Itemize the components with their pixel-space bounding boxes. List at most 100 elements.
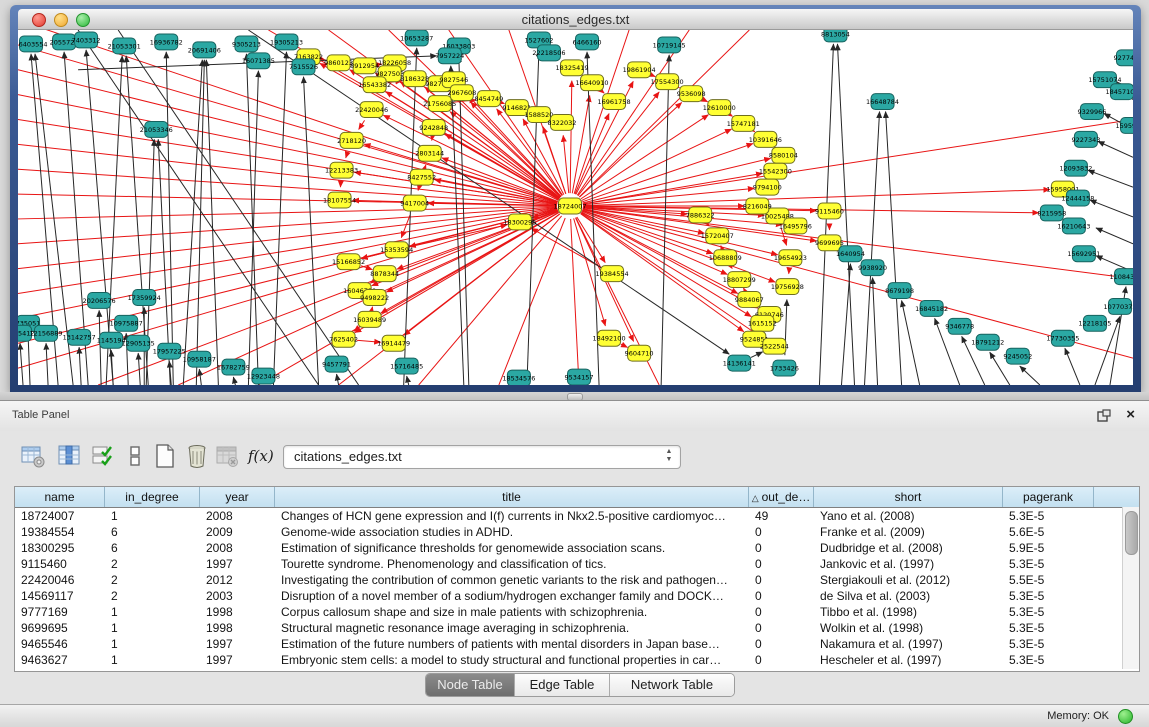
citation-edge-red[interactable] <box>582 129 732 200</box>
graph-node[interactable]: 15716485 <box>390 358 423 374</box>
graph-node[interactable]: 9498222 <box>360 290 389 306</box>
graph-node[interactable]: 8878344 <box>370 266 399 282</box>
graph-node[interactable]: 15166852 <box>332 254 365 270</box>
graph-node[interactable]: 9794100 <box>753 179 782 195</box>
graph-node[interactable]: 11084370 <box>1109 269 1133 285</box>
graph-node[interactable]: 9227343 <box>1071 131 1100 147</box>
column-header-short[interactable]: short <box>814 487 1003 507</box>
graph-node[interactable]: 9329966 <box>1077 104 1106 120</box>
graph-node[interactable]: 9245052 <box>1003 348 1032 364</box>
graph-node[interactable]: 12444158 <box>1061 190 1094 206</box>
tab-node-table[interactable]: Node Table <box>426 674 515 696</box>
graph-node[interactable]: 9860123 <box>324 55 353 71</box>
graph-node[interactable]: 2522544 <box>760 338 789 354</box>
table-row[interactable]: 969969511998Structural magnetic resonanc… <box>15 620 1139 636</box>
table-row[interactable]: 1830029562008Estimation of significance … <box>15 540 1139 556</box>
column-header-pagerank[interactable]: pagerank <box>1003 487 1094 507</box>
citation-edge-black[interactable] <box>865 112 880 385</box>
citation-edge-black[interactable] <box>183 60 202 385</box>
graph-node[interactable]: 12923448 <box>247 368 280 384</box>
citation-edge-red[interactable] <box>359 120 365 129</box>
graph-node[interactable]: 18107554 <box>323 192 356 208</box>
graph-node[interactable]: 15542300 <box>759 163 792 179</box>
graph-node[interactable]: 2967608 <box>447 85 476 101</box>
graph-node[interactable]: 7625402 <box>329 331 358 347</box>
graph-node[interactable]: 16914479 <box>377 335 410 351</box>
table-row[interactable]: 946362711997Embryonic stem cells: a mode… <box>15 652 1139 668</box>
graph-node[interactable]: 17554300 <box>651 74 684 90</box>
graph-node[interactable]: 8427552 <box>407 169 436 185</box>
graph-node[interactable]: 10975887 <box>110 315 143 331</box>
graph-node[interactable]: 14136141 <box>723 355 756 371</box>
row-height-icon[interactable] <box>122 443 148 469</box>
float-panel-icon[interactable] <box>1097 409 1111 422</box>
graph-node[interactable]: 9604710 <box>625 345 654 361</box>
citation-edge-red[interactable] <box>372 307 373 310</box>
graph-node[interactable]: 8215958 <box>1037 205 1066 221</box>
graph-node[interactable]: 16495796 <box>779 218 812 234</box>
citation-edge-black[interactable] <box>99 310 101 385</box>
citation-edge-red[interactable] <box>572 95 589 193</box>
graph-node[interactable]: 16071385 <box>242 53 275 69</box>
graph-node[interactable]: 18325419 <box>555 60 588 76</box>
column-header-name[interactable]: name <box>15 487 105 507</box>
graph-node[interactable]: 8679198 <box>885 283 914 299</box>
graph-node[interactable]: 16961758 <box>598 94 631 110</box>
tab-network-table[interactable]: Network Table <box>610 674 734 696</box>
table-column-icon[interactable] <box>56 443 82 469</box>
graph-node[interactable]: 9242848 <box>419 119 448 135</box>
graph-node[interactable]: 8454749 <box>474 91 503 107</box>
network-window-titlebar[interactable]: citations_edges.txt <box>18 9 1133 30</box>
graph-node[interactable]: 9305213 <box>232 36 261 52</box>
graph-node[interactable]: 9417004 <box>400 195 429 211</box>
graph-node[interactable]: 7886322 <box>686 207 715 223</box>
graph-node[interactable]: 16648784 <box>866 94 899 110</box>
citation-edge-red[interactable] <box>703 99 708 101</box>
graph-node[interactable]: 10719145 <box>653 37 686 53</box>
graph-node[interactable]: 9115460 <box>815 203 844 219</box>
delete-icon[interactable] <box>184 443 210 469</box>
table-row[interactable]: 1872400712008Changes of HCN gene express… <box>15 508 1139 524</box>
graph-node[interactable]: 17730355 <box>1046 330 1079 346</box>
function-builder-icon[interactable]: f(x) <box>248 443 274 473</box>
citation-edge-red[interactable] <box>361 266 372 270</box>
graph-node[interactable]: 19305213 <box>270 34 303 50</box>
graph-node[interactable]: 1733426 <box>770 360 799 376</box>
graph-node[interactable]: 18492100 <box>593 330 626 346</box>
graph-node[interactable]: 8216049 <box>743 198 772 214</box>
graph-node[interactable]: 21053346 <box>140 121 173 137</box>
graph-node[interactable]: 8813054 <box>821 30 850 42</box>
graph-node[interactable]: 9536098 <box>677 86 706 102</box>
citation-edge-red[interactable] <box>708 225 709 226</box>
citation-edge-red[interactable] <box>574 30 629 194</box>
graph-node[interactable]: 10653287 <box>400 30 433 46</box>
graph-node[interactable]: 22218506 <box>532 45 565 61</box>
citation-edge-red[interactable] <box>621 344 628 347</box>
tab-edge-table[interactable]: Edge Table <box>515 674 610 696</box>
graph-node[interactable]: 12156889 <box>30 325 63 341</box>
citation-edge-black[interactable] <box>46 343 48 385</box>
citation-edge-black[interactable] <box>751 352 763 358</box>
graph-node[interactable]: 21756085 <box>423 96 456 112</box>
table-settings-icon[interactable] <box>20 443 46 469</box>
graph-node[interactable]: 10770372 <box>1103 298 1133 314</box>
graph-node[interactable]: 7515526 <box>289 59 318 75</box>
table-row[interactable]: 1938455462009Genome-wide association stu… <box>15 524 1139 540</box>
graph-node[interactable]: 7957224 <box>435 48 464 64</box>
graph-node[interactable]: 12905135 <box>122 335 155 351</box>
citation-edge-black[interactable] <box>1098 141 1133 157</box>
graph-node[interactable]: 16845182 <box>915 300 948 316</box>
graph-node[interactable]: 15959593 <box>1115 118 1133 134</box>
graph-node[interactable]: 18807299 <box>723 272 756 288</box>
column-header-title[interactable]: title <box>275 487 749 507</box>
citation-edge-red[interactable] <box>381 212 559 313</box>
graph-node[interactable]: 15353594 <box>380 242 413 258</box>
graph-node[interactable]: 9534157 <box>565 369 594 385</box>
citation-edge-black[interactable] <box>304 77 319 385</box>
graph-node[interactable]: 19861904 <box>623 62 656 78</box>
citation-edge-red[interactable] <box>18 70 557 203</box>
graph-node[interactable]: 12213383 <box>325 162 358 178</box>
citation-edge-black[interactable] <box>337 374 339 385</box>
graph-node[interactable]: 18534576 <box>502 370 535 385</box>
graph-node[interactable]: 10958187 <box>183 351 216 367</box>
